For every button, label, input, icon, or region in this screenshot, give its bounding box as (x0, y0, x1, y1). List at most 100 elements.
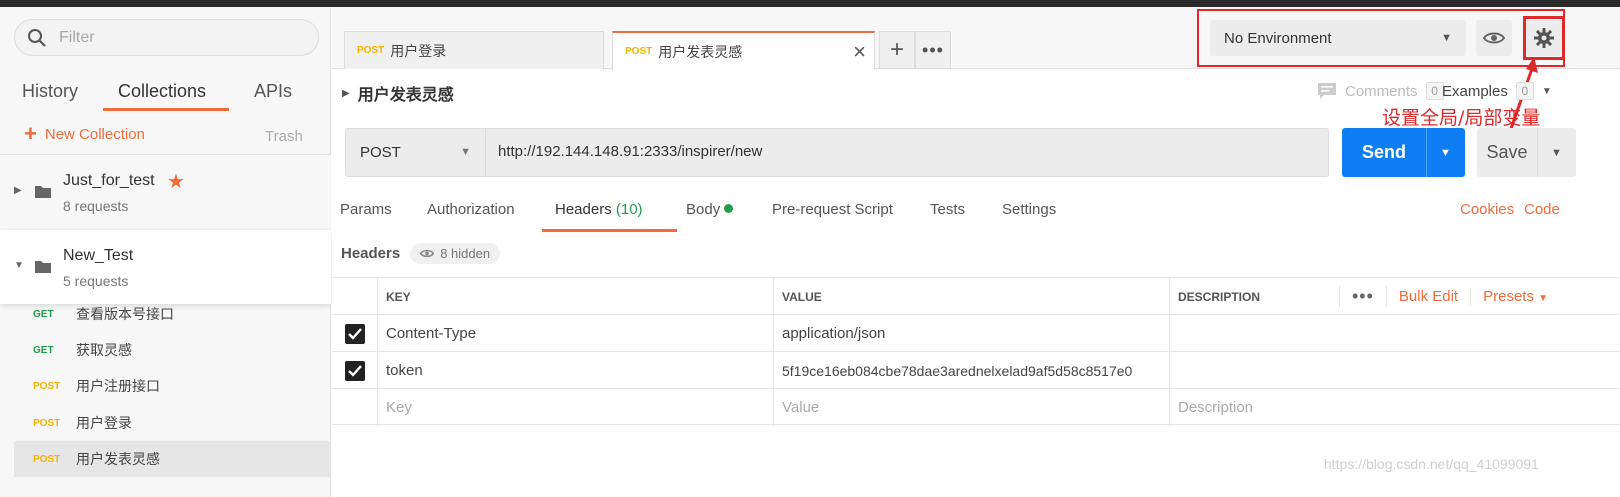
row-checkbox[interactable] (344, 360, 365, 381)
chevron-right-icon[interactable]: ▶ (14, 185, 22, 196)
value-cell[interactable]: application/json (773, 315, 1169, 352)
collection-item[interactable]: ▼ New_Test 5 requests (0, 230, 331, 304)
request-title[interactable]: ▶ 用户发表灵感 (342, 81, 454, 105)
description-cell[interactable] (1169, 315, 1620, 352)
new-collection-button[interactable]: + New Collection (24, 123, 145, 145)
more-options-icon[interactable]: ••• (1339, 286, 1387, 307)
header-checkbox-column (332, 278, 377, 315)
star-icon[interactable]: ★ (167, 169, 185, 194)
row-checkbox[interactable] (344, 323, 365, 344)
method-select[interactable]: POST ▼ (346, 129, 486, 176)
request-method: GET (33, 308, 54, 320)
send-options-caret-icon[interactable]: ▼ (1426, 128, 1464, 177)
hidden-count: 8 hidden (440, 246, 491, 261)
window-top-bar (0, 0, 1620, 7)
new-collection-label: New Collection (44, 125, 145, 143)
column-value: VALUE (773, 278, 1169, 315)
collection-item[interactable]: ▶ Just_for_test ★ 8 requests (0, 155, 331, 229)
annotation-text: 设置全局/局部变量 (1382, 107, 1541, 129)
key-cell[interactable]: token (377, 352, 773, 389)
annotation-gear-highlight (1523, 16, 1565, 60)
tab-history[interactable]: History (22, 81, 78, 102)
request-tab-active[interactable]: POST 用户发表灵感 × (612, 31, 875, 70)
cookies-link[interactable]: Cookies (1460, 201, 1514, 218)
close-icon[interactable]: × (853, 39, 866, 65)
tab-body[interactable]: Body (686, 201, 734, 218)
table-row: token 5f19ce16eb084cbe78dae3arednelxelad… (332, 351, 1620, 389)
collection-count: 8 requests (63, 198, 129, 214)
key-input[interactable]: Key (377, 389, 773, 426)
description-input[interactable]: Description (1169, 389, 1620, 426)
more-tabs-button[interactable]: ••• (915, 31, 951, 69)
trash-link[interactable]: Trash (265, 128, 303, 145)
request-item[interactable]: GET 获取灵感 (14, 332, 331, 368)
new-tab-button[interactable]: + (879, 31, 915, 69)
watermark: https://blog.csdn.net/qq_41099091 (1324, 456, 1539, 472)
row-checkbox-cell (332, 389, 377, 426)
comments-label: Comments (1345, 82, 1418, 100)
send-button[interactable]: Send ▼ (1342, 128, 1465, 177)
table-header-row: KEY VALUE DESCRIPTION ••• Bulk Edit Pres… (332, 277, 1620, 315)
hidden-headers-toggle[interactable]: 8 hidden (410, 243, 501, 264)
key-cell[interactable]: Content-Type (377, 315, 773, 352)
filter-field[interactable] (14, 19, 319, 56)
save-button[interactable]: Save ▼ (1477, 128, 1576, 177)
tab-collections[interactable]: Collections (118, 81, 206, 102)
tab-method: POST (625, 46, 653, 57)
request-item-active[interactable]: POST 用户发表灵感 (14, 441, 331, 477)
caret-down-icon: ▼ (1541, 85, 1552, 97)
request-name: 获取灵感 (76, 343, 132, 359)
examples-count-badge: 0 (1515, 82, 1534, 100)
save-label: Save (1486, 142, 1528, 162)
bulk-edit-button[interactable]: Bulk Edit (1387, 288, 1472, 305)
sidebar-tabs: History Collections APIs (0, 75, 331, 113)
table-actions: ••• Bulk Edit Presets ▼ (1339, 278, 1560, 315)
tab-headers-count: (10) (615, 201, 643, 218)
tab-params[interactable]: Params (340, 201, 392, 218)
tab-authorization[interactable]: Authorization (427, 201, 515, 218)
body-indicator-dot (724, 204, 734, 213)
tab-body-label: Body (686, 201, 721, 218)
folder-icon (35, 261, 51, 273)
url-input[interactable]: http://192.144.148.91:2333/inspirer/new (498, 143, 762, 160)
save-options-caret-icon[interactable]: ▼ (1537, 128, 1575, 177)
method-label: POST (360, 144, 401, 161)
comments-button[interactable]: Comments 0 (1317, 82, 1444, 100)
row-checkbox-cell (332, 315, 377, 352)
search-icon (28, 28, 46, 47)
request-item[interactable]: GET 查看版本号接口 (14, 296, 331, 332)
description-cell[interactable] (1169, 352, 1620, 389)
tab-settings[interactable]: Settings (1002, 201, 1056, 218)
collection-name: Just_for_test (63, 172, 155, 189)
request-item[interactable]: POST 用户登录 (14, 405, 331, 441)
plus-icon: + (889, 36, 904, 63)
headers-label: Headers (341, 245, 401, 262)
code-link[interactable]: Code (1524, 201, 1560, 218)
tab-prerequest-script[interactable]: Pre-request Script (772, 201, 893, 218)
request-item[interactable]: POST 用户注册接口 (14, 368, 331, 404)
request-name: 用户发表灵感 (76, 452, 160, 468)
column-description: DESCRIPTION (1169, 278, 1339, 315)
examples-button[interactable]: Examples 0 ▼ (1442, 82, 1552, 100)
url-bar: POST ▼ http://192.144.148.91:2333/inspir… (345, 128, 1329, 177)
check-icon (347, 327, 362, 340)
tab-tests[interactable]: Tests (930, 201, 965, 218)
request-tab[interactable]: POST 用户登录 (344, 31, 604, 69)
chevron-down-icon[interactable]: ▼ (14, 260, 24, 271)
request-tab-strip: POST 用户登录 POST 用户发表灵感 × + ••• No Environ… (332, 7, 1620, 70)
tab-apis[interactable]: APIs (254, 81, 292, 102)
value-cell[interactable]: 5f19ce16eb084cbe78dae3arednelxelad9af5d5… (773, 352, 1169, 389)
column-key: KEY (377, 278, 773, 315)
request-method: POST (33, 380, 61, 392)
active-tab-indicator (103, 108, 229, 111)
comment-icon (1318, 83, 1336, 99)
tab-headers[interactable]: Headers (10) (555, 201, 643, 218)
request-method: POST (33, 453, 61, 465)
main-panel: POST 用户登录 POST 用户发表灵感 × + ••• No Environ… (332, 7, 1620, 497)
chevron-right-icon: ▶ (342, 87, 350, 99)
filter-input[interactable] (59, 28, 299, 47)
active-tab-indicator (542, 229, 677, 232)
value-input[interactable]: Value (773, 389, 1169, 426)
request-method: GET (33, 344, 54, 356)
presets-button[interactable]: Presets ▼ (1471, 288, 1560, 305)
